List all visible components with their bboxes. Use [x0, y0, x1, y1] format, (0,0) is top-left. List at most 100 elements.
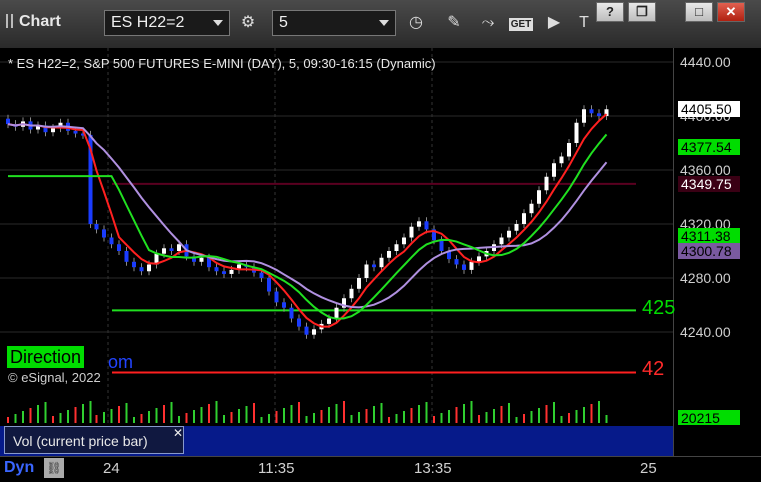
restore-button[interactable]: ❐	[628, 2, 656, 22]
volume-bar	[538, 408, 540, 423]
chevron-down-icon[interactable]	[379, 20, 389, 26]
volume-bar	[545, 405, 548, 423]
candle	[589, 109, 594, 114]
volume-bar	[500, 406, 503, 423]
candle	[387, 251, 391, 258]
volume-bar	[605, 415, 608, 423]
volume-bar	[133, 417, 135, 423]
candle	[402, 237, 406, 245]
candle	[537, 190, 541, 204]
volume-bar	[155, 408, 158, 423]
symbol-settings-button[interactable]: ⚙	[234, 10, 262, 36]
candle	[439, 240, 444, 251]
time-axis[interactable]: Dyn ⛓ 24 11:35 13:35 25	[0, 456, 761, 482]
candle	[132, 261, 136, 268]
price-chart[interactable]	[0, 48, 673, 425]
candle	[214, 267, 219, 272]
candle	[417, 221, 421, 227]
candle	[147, 264, 151, 272]
green-level-label: 425	[642, 297, 676, 319]
candle	[73, 130, 78, 134]
candle	[529, 203, 534, 214]
y-tick: 4440.00	[680, 54, 731, 70]
candle	[282, 302, 286, 308]
volume-bar	[583, 407, 585, 423]
candle	[304, 326, 309, 335]
volume-pane[interactable]	[0, 390, 673, 425]
candle	[559, 156, 564, 164]
volume-bar	[208, 404, 210, 423]
volume-bar	[560, 416, 563, 423]
volume-bar	[185, 413, 188, 423]
symbol-combo[interactable]: ES H22=2	[104, 10, 230, 36]
volume-bar	[530, 411, 533, 423]
get-button[interactable]: GET	[506, 10, 536, 36]
play-icon: ▶	[547, 14, 561, 31]
candle	[109, 237, 114, 245]
volume-bar	[118, 406, 120, 423]
candle	[289, 307, 294, 319]
ma-price-tag: 4377.54	[678, 139, 740, 155]
volume-bar	[575, 410, 578, 423]
volume-bar	[493, 409, 495, 423]
y-tick: 4240.00	[680, 324, 731, 340]
red-level-label: 42	[642, 358, 665, 380]
clock-icon: ◷	[409, 14, 423, 31]
volume-bar	[508, 403, 510, 423]
volume-bar	[22, 411, 24, 423]
price-axis[interactable]: 4440.00 4400.00 4360.00 4320.00 4280.00 …	[673, 48, 761, 456]
candle	[544, 176, 549, 191]
text-button[interactable]: T	[570, 10, 598, 36]
volume-bar	[298, 402, 300, 423]
ma-price-tag: 4300.78	[678, 243, 740, 259]
candle	[139, 267, 144, 272]
x-tick: 11:35	[258, 460, 295, 477]
volume-bar	[478, 415, 480, 423]
candle	[259, 272, 264, 278]
help-button[interactable]: ?	[596, 2, 624, 22]
candle	[51, 128, 55, 133]
maximize-icon: □	[695, 4, 703, 19]
clock-button[interactable]: ◷	[402, 10, 430, 36]
link-icon[interactable]: ⛓	[44, 458, 64, 478]
volume-bar	[343, 401, 345, 423]
help-icon: ?	[606, 4, 614, 19]
direction-label: Direction	[7, 346, 85, 368]
volume-bar	[178, 416, 180, 423]
volume-bar	[148, 411, 150, 423]
volume-bar	[290, 405, 293, 423]
x-tick: 25	[640, 460, 657, 477]
candle	[507, 230, 511, 238]
volume-bar	[95, 415, 98, 423]
app-title-text: Chart	[19, 13, 61, 30]
volume-bar	[440, 413, 443, 423]
volume-bar	[193, 410, 195, 423]
volume-bar	[523, 414, 525, 423]
close-button[interactable]: ✕	[717, 2, 745, 22]
dyn-label[interactable]: Dyn	[4, 459, 34, 477]
study-button[interactable]: ⤳	[474, 10, 502, 36]
volume-bar	[590, 404, 593, 423]
maximize-button[interactable]: □	[685, 2, 713, 22]
interval-combo[interactable]: 5	[272, 10, 396, 36]
play-button[interactable]: ▶	[540, 10, 568, 36]
x-tick: 13:35	[414, 460, 452, 477]
volume-bar	[14, 414, 17, 423]
volume-bar	[7, 417, 9, 423]
ma-purple-line	[7, 123, 608, 309]
restore-icon: ❐	[636, 4, 648, 19]
volume-bar	[463, 404, 465, 423]
candle	[124, 251, 129, 262]
grip-icon[interactable]	[6, 14, 13, 28]
candle	[409, 226, 414, 238]
volume-tab[interactable]: Vol (current price bar) ✕	[4, 426, 184, 454]
volume-bar	[305, 416, 308, 423]
candle	[552, 163, 556, 177]
candle	[469, 261, 474, 270]
close-icon[interactable]: ✕	[173, 426, 183, 440]
volume-bar	[89, 401, 92, 423]
candle	[117, 244, 121, 251]
candle	[334, 307, 339, 319]
draw-button[interactable]: ✎	[440, 10, 468, 36]
chevron-down-icon[interactable]	[213, 20, 223, 26]
